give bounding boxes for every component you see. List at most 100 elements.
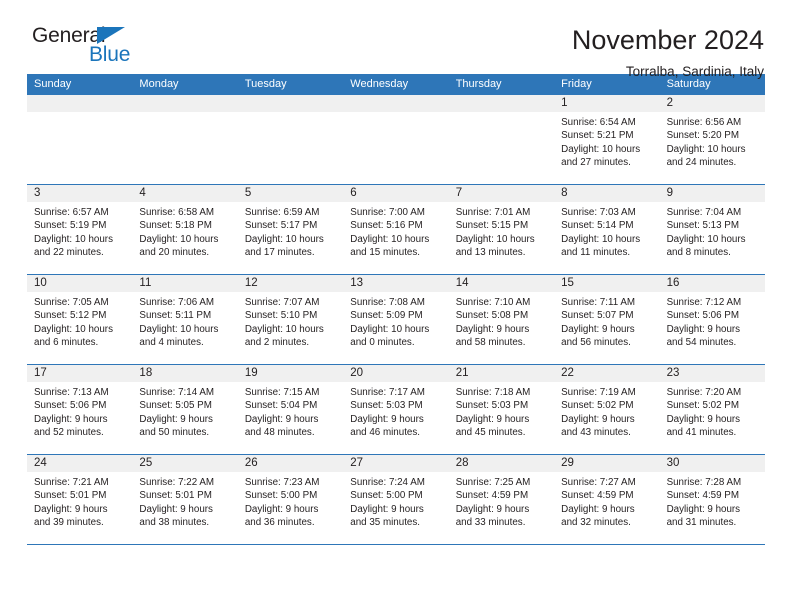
day-number: 18: [132, 365, 238, 382]
daylight-duration-line1: Daylight: 9 hours: [455, 503, 530, 515]
sunrise-time: Sunrise: 7:24 AM: [350, 477, 425, 488]
calendar-day-cell[interactable]: 28 Sunrise: 7:25 AM Sunset: 4:59 PM Dayligh…: [448, 455, 555, 544]
calendar-day-cell[interactable]: 13 Sunrise: 7:08 AM Sunset: 5:09 PM Dayligh…: [343, 275, 449, 364]
sunset-time: Sunset: 5:05 PM: [139, 400, 212, 412]
day-details: Sunrise: 6:54 AM Sunset: 5:21 PM Daylight:…: [554, 112, 659, 170]
sunset-time: Sunset: 5:18 PM: [139, 220, 212, 232]
sunset-time: Sunset: 5:02 PM: [666, 400, 739, 412]
calendar-day-cell[interactable]: 6 Sunrise: 7:00 AM Sunset: 5:16 PM Daylight…: [343, 185, 449, 274]
calendar-day-cell[interactable]: 25 Sunrise: 7:22 AM Sunset: 5:01 PM Dayligh…: [132, 455, 238, 544]
page-title: November 2024: [571, 25, 764, 55]
day-number: 9: [659, 185, 765, 202]
daylight-duration-line1: Daylight: 10 hours: [139, 233, 219, 245]
calendar-day-cell[interactable]: 22 Sunrise: 7:19 AM Sunset: 5:02 PM Dayligh…: [554, 365, 660, 454]
sunrise-time: Sunrise: 7:19 AM: [561, 387, 636, 398]
sunrise-time: Sunrise: 7:15 AM: [244, 387, 320, 398]
day-number: 16: [659, 275, 765, 292]
daylight-duration-line2: and 45 minutes.: [455, 427, 526, 439]
sunset-time: Sunset: 5:07 PM: [561, 310, 634, 322]
calendar-day-cell[interactable]: 19 Sunrise: 7:15 AM Sunset: 5:04 PM Dayligh…: [237, 365, 344, 454]
calendar-day-cell[interactable]: 23 Sunrise: 7:20 AM Sunset: 5:02 PM Dayligh…: [659, 365, 765, 454]
calendar-week-row: 1 Sunrise: 6:54 AM Sunset: 5:21 PM Daylight…: [27, 95, 765, 185]
calendar-day-cell[interactable]: 18 Sunrise: 7:14 AM Sunset: 5:05 PM Dayligh…: [132, 365, 238, 454]
sunrise-time: Sunrise: 7:28 AM: [666, 477, 742, 488]
sunset-time: Sunset: 5:09 PM: [350, 310, 423, 322]
sunrise-time: Sunrise: 6:58 AM: [139, 207, 215, 218]
calendar-day-cell[interactable]: 14 Sunrise: 7:10 AM Sunset: 5:08 PM Dayligh…: [448, 275, 555, 364]
calendar-day-cell[interactable]: 30 Sunrise: 7:28 AM Sunset: 4:59 PM Dayligh…: [659, 455, 765, 544]
daylight-duration-line1: Daylight: 10 hours: [244, 233, 324, 245]
calendar-day-cell[interactable]: 3 Sunrise: 6:57 AM Sunset: 5:19 PM Daylight…: [27, 185, 133, 274]
day-details: Sunrise: 7:19 AM Sunset: 5:02 PM Daylight:…: [554, 382, 659, 440]
calendar-day-cell[interactable]: 15 Sunrise: 7:11 AM Sunset: 5:07 PM Dayligh…: [554, 275, 660, 364]
daylight-duration-line2: and 32 minutes.: [561, 517, 631, 529]
daylight-duration-line1: Daylight: 10 hours: [244, 323, 324, 335]
sunset-time: Sunset: 5:19 PM: [34, 220, 107, 232]
calendar-day-cell[interactable]: 16 Sunrise: 7:12 AM Sunset: 5:06 PM Dayligh…: [659, 275, 765, 364]
daylight-duration-line1: Daylight: 9 hours: [350, 503, 424, 515]
sunset-time: Sunset: 4:59 PM: [455, 490, 529, 502]
sunrise-time: Sunrise: 6:56 AM: [666, 117, 742, 128]
daylight-duration-line1: Daylight: 9 hours: [666, 413, 741, 425]
day-details: Sunrise: 7:17 AM Sunset: 5:03 PM Daylight:…: [343, 382, 448, 440]
day-details: Sunrise: 7:05 AM Sunset: 5:12 PM Daylight:…: [27, 292, 132, 350]
sunset-time: Sunset: 5:01 PM: [34, 490, 107, 502]
day-details: Sunrise: 7:12 AM Sunset: 5:06 PM Daylight:…: [660, 292, 765, 350]
daylight-duration-line1: Daylight: 10 hours: [34, 323, 113, 335]
calendar-day-cell[interactable]: 7 Sunrise: 7:01 AM Sunset: 5:15 PM Daylight…: [448, 185, 555, 274]
day-details: Sunrise: 7:04 AM Sunset: 5:13 PM Daylight:…: [660, 202, 765, 260]
calendar-day-cell-empty: [237, 95, 344, 184]
calendar-day-cell[interactable]: 21 Sunrise: 7:18 AM Sunset: 5:03 PM Dayligh…: [448, 365, 555, 454]
sunrise-time: Sunrise: 7:07 AM: [244, 297, 320, 308]
daylight-duration-line2: and 15 minutes.: [350, 247, 420, 259]
calendar-day-cell[interactable]: 10 Sunrise: 7:05 AM Sunset: 5:12 PM Dayligh…: [27, 275, 133, 364]
sunset-time: Sunset: 5:16 PM: [350, 220, 423, 232]
day-details: Sunrise: 7:00 AM Sunset: 5:16 PM Daylight:…: [343, 202, 448, 260]
daylight-duration-line1: Daylight: 9 hours: [666, 503, 741, 515]
day-number: 24: [27, 455, 133, 472]
day-details: Sunrise: 7:25 AM Sunset: 4:59 PM Daylight:…: [449, 472, 554, 530]
daylight-duration-line1: Daylight: 10 hours: [666, 233, 746, 245]
day-number: 5: [237, 185, 344, 202]
calendar-day-cell[interactable]: 29 Sunrise: 7:27 AM Sunset: 4:59 PM Dayligh…: [554, 455, 660, 544]
sunset-time: Sunset: 5:15 PM: [455, 220, 529, 232]
daylight-duration-line1: Daylight: 9 hours: [34, 413, 108, 425]
daylight-duration-line2: and 4 minutes.: [139, 337, 204, 349]
day-number: [237, 95, 344, 112]
calendar-day-cell[interactable]: 8 Sunrise: 7:03 AM Sunset: 5:14 PM Daylight…: [554, 185, 660, 274]
calendar-day-cell[interactable]: 26 Sunrise: 7:23 AM Sunset: 5:00 PM Dayligh…: [237, 455, 344, 544]
daylight-duration-line2: and 48 minutes.: [244, 427, 315, 439]
calendar-day-cell[interactable]: 20 Sunrise: 7:17 AM Sunset: 5:03 PM Dayligh…: [343, 365, 449, 454]
day-number: 21: [448, 365, 555, 382]
daylight-duration-line2: and 33 minutes.: [455, 517, 526, 529]
calendar-day-cell[interactable]: 1 Sunrise: 6:54 AM Sunset: 5:21 PM Daylight…: [554, 95, 660, 184]
sunrise-time: Sunrise: 7:20 AM: [666, 387, 742, 398]
weekday-header-friday: Friday: [561, 78, 592, 90]
calendar-day-cell[interactable]: 17 Sunrise: 7:13 AM Sunset: 5:06 PM Dayligh…: [27, 365, 133, 454]
daylight-duration-line2: and 36 minutes.: [244, 517, 315, 529]
sunrise-time: Sunrise: 7:05 AM: [34, 297, 109, 308]
calendar-day-cell[interactable]: 27 Sunrise: 7:24 AM Sunset: 5:00 PM Dayligh…: [343, 455, 449, 544]
daylight-duration-line2: and 35 minutes.: [350, 517, 420, 529]
calendar-day-cell[interactable]: 4 Sunrise: 6:58 AM Sunset: 5:18 PM Daylight…: [132, 185, 238, 274]
calendar-day-cell[interactable]: 5 Sunrise: 6:59 AM Sunset: 5:17 PM Daylight…: [237, 185, 344, 274]
daylight-duration-line2: and 56 minutes.: [561, 337, 631, 349]
calendar-day-cell[interactable]: 2 Sunrise: 6:56 AM Sunset: 5:20 PM Daylight…: [659, 95, 765, 184]
daylight-duration-line2: and 38 minutes.: [139, 517, 210, 529]
calendar-day-cell[interactable]: 24 Sunrise: 7:21 AM Sunset: 5:01 PM Dayligh…: [27, 455, 133, 544]
day-number: 25: [132, 455, 238, 472]
daylight-duration-line1: Daylight: 10 hours: [350, 323, 430, 335]
day-number: 17: [27, 365, 133, 382]
sunset-time: Sunset: 5:11 PM: [139, 310, 212, 322]
calendar-day-cell[interactable]: 12 Sunrise: 7:07 AM Sunset: 5:10 PM Dayligh…: [237, 275, 344, 364]
day-number: 29: [554, 455, 660, 472]
calendar-grid: Sunday Monday Tuesday Wednesday Thursday…: [27, 74, 765, 545]
day-details: Sunrise: 7:03 AM Sunset: 5:14 PM Daylight:…: [554, 202, 659, 260]
sunrise-time: Sunrise: 7:10 AM: [455, 297, 531, 308]
calendar-day-cell[interactable]: 9 Sunrise: 7:04 AM Sunset: 5:13 PM Daylight…: [659, 185, 765, 274]
sunset-time: Sunset: 5:21 PM: [561, 130, 634, 142]
general-blue-logo[interactable]: General Blue: [32, 24, 150, 70]
daylight-duration-line1: Daylight: 9 hours: [561, 503, 635, 515]
calendar-day-cell[interactable]: 11 Sunrise: 7:06 AM Sunset: 5:11 PM Dayligh…: [132, 275, 238, 364]
sunset-time: Sunset: 5:06 PM: [666, 310, 739, 322]
